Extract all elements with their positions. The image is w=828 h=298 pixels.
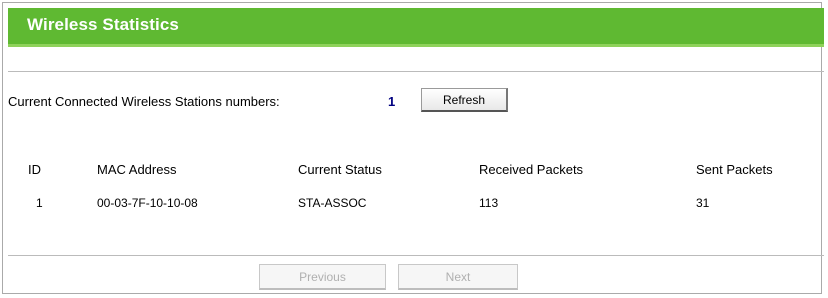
- cell-received-packets: 113: [479, 196, 499, 210]
- page-title: Wireless Statistics: [27, 15, 179, 34]
- column-header-mac-address: MAC Address: [97, 162, 177, 177]
- column-header-id: ID: [28, 162, 41, 177]
- column-header-sent-packets: Sent Packets: [696, 162, 773, 177]
- header-accent-line: [8, 44, 824, 47]
- stations-count-value: 1: [388, 94, 396, 109]
- previous-button[interactable]: Previous: [259, 264, 386, 290]
- column-header-received-packets: Received Packets: [479, 162, 584, 177]
- cell-mac-address: 00-03-7F-10-10-08: [97, 196, 198, 210]
- next-button[interactable]: Next: [398, 264, 518, 290]
- cell-current-status: STA-ASSOC: [298, 196, 367, 210]
- page-header: Wireless Statistics: [8, 8, 824, 44]
- column-header-current-status: Current Status: [298, 162, 382, 177]
- refresh-button[interactable]: Refresh: [421, 88, 508, 112]
- top-divider: [8, 71, 824, 72]
- stations-count-label: Current Connected Wireless Stations numb…: [8, 94, 280, 109]
- cell-sent-packets: 31: [696, 196, 710, 210]
- cell-id: 1: [36, 196, 43, 210]
- bottom-divider: [8, 255, 824, 256]
